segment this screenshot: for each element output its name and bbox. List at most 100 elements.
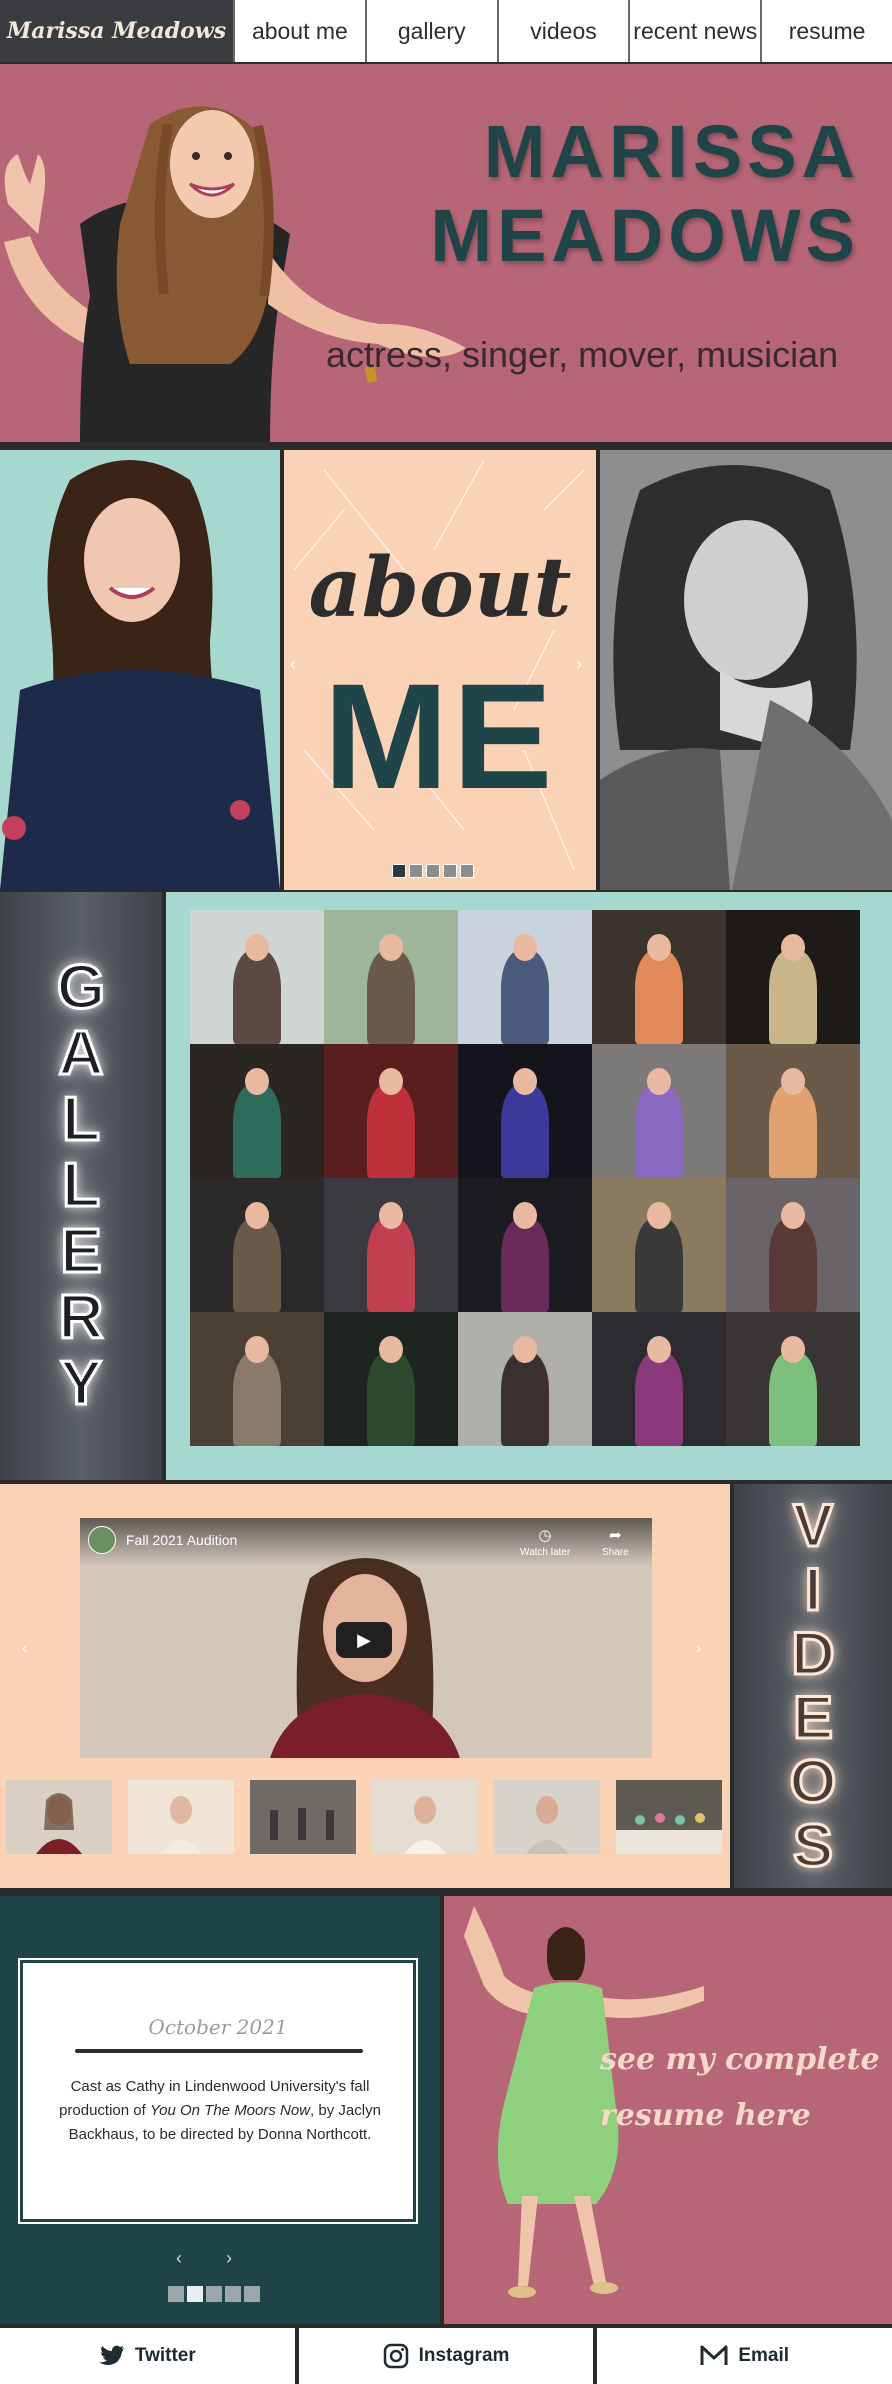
gallery-photo[interactable] [592, 1044, 726, 1178]
gallery-photo-head [378, 1202, 404, 1229]
gallery-photo[interactable] [324, 1044, 458, 1178]
gallery-photo[interactable] [190, 910, 324, 1044]
gallery-photo[interactable] [324, 1178, 458, 1312]
twitter-icon [98, 2345, 124, 2365]
gallery-photo[interactable] [190, 1178, 324, 1312]
watch-later-button[interactable]: ◷ Watch later [520, 1526, 570, 1558]
gallery-grid-panel [166, 892, 892, 1480]
gallery-letter: E [59, 1217, 103, 1286]
twitter-label: Twitter [134, 2345, 196, 2366]
hero-title: MARISSA MEADOWS [340, 110, 860, 278]
gallery-photo-figure [232, 1218, 282, 1312]
gallery-photo[interactable] [592, 910, 726, 1044]
news-slide-dots [168, 2286, 260, 2302]
news-next-icon[interactable]: › [226, 2248, 232, 2269]
gallery-photo[interactable] [324, 910, 458, 1044]
brand-logo[interactable]: Marissa Meadows [0, 0, 233, 62]
instagram-icon [383, 2343, 408, 2369]
news-dot-3[interactable] [206, 2286, 222, 2302]
video-thumbnail[interactable] [250, 1780, 356, 1854]
hero-title-last: MEADOWS [430, 194, 860, 277]
gallery-photo[interactable] [458, 1044, 592, 1178]
video-title[interactable]: Fall 2021 Audition [126, 1532, 237, 1548]
chevron-left-icon[interactable]: ‹ [290, 654, 296, 675]
channel-avatar[interactable] [88, 1526, 116, 1554]
video-thumbnail[interactable] [372, 1780, 478, 1854]
gallery-photo[interactable] [592, 1312, 726, 1446]
about-me-card: about ME ‹ › [284, 450, 596, 890]
gallery-photo[interactable] [190, 1044, 324, 1178]
resume-cta-line2: resume here [600, 2098, 811, 2133]
gallery-photo-figure [768, 950, 818, 1044]
gallery-photo[interactable] [458, 910, 592, 1044]
news-card: October 2021 Cast as Cathy in Lindenwood… [18, 1958, 418, 2224]
resume-cta[interactable]: see my complete resume here [600, 2032, 890, 2144]
video-thumbnail[interactable] [494, 1780, 600, 1854]
gallery-photo-head [244, 1336, 270, 1363]
gallery-photo-head [244, 1202, 270, 1229]
slide-dot-5[interactable] [460, 864, 474, 878]
gallery-photo-head [646, 934, 672, 961]
news-resume-row: October 2021 Cast as Cathy in Lindenwood… [0, 1892, 892, 2324]
video-thumbnail[interactable] [128, 1780, 234, 1854]
play-icon: ▶ [357, 1629, 371, 1650]
gallery-letter: L [61, 1151, 102, 1220]
slide-dot-4[interactable] [443, 864, 457, 878]
instagram-link[interactable]: Instagram [298, 2328, 594, 2384]
gallery-photo-figure [768, 1218, 818, 1312]
nav-item-recent-news[interactable]: recent news [628, 0, 760, 62]
gallery-photo[interactable] [726, 1044, 860, 1178]
videos-letter: V [791, 1492, 834, 1559]
news-dot-1[interactable] [168, 2286, 184, 2302]
videos-section: Fall 2021 Audition ◷ Watch later ➦ Share… [0, 1480, 892, 1892]
share-button[interactable]: ➦ Share [602, 1526, 629, 1558]
gallery-photo[interactable] [458, 1312, 592, 1446]
gallery-photo-figure [768, 1352, 818, 1446]
gallery-photo[interactable] [726, 1178, 860, 1312]
top-nav: Marissa Meadows about me gallery videos … [0, 0, 892, 64]
video-next-icon[interactable]: › [696, 1640, 701, 1658]
gallery-photo-figure [634, 1084, 684, 1178]
gallery-photo[interactable] [458, 1178, 592, 1312]
gallery-photo-figure [232, 950, 282, 1044]
gallery-photo[interactable] [190, 1312, 324, 1446]
gallery-photo-head [646, 1202, 672, 1229]
nav-item-about-me[interactable]: about me [233, 0, 365, 62]
video-prev-icon[interactable]: ‹ [22, 1640, 27, 1658]
nav-item-videos[interactable]: videos [496, 0, 629, 62]
headshot-smiling [0, 460, 280, 890]
video-player[interactable]: Fall 2021 Audition ◷ Watch later ➦ Share… [80, 1518, 652, 1758]
twitter-link[interactable]: Twitter [0, 2328, 295, 2384]
gallery-letter: Y [59, 1349, 103, 1418]
news-dot-5[interactable] [244, 2286, 260, 2302]
gallery-photo[interactable] [324, 1312, 458, 1446]
slide-dot-3[interactable] [426, 864, 440, 878]
gallery-photo-head [780, 1336, 806, 1363]
about-photo-left[interactable] [0, 450, 280, 890]
news-dot-4[interactable] [225, 2286, 241, 2302]
slide-dot-1[interactable] [392, 864, 406, 878]
video-thumbnail[interactable] [616, 1780, 722, 1854]
email-link[interactable]: Email [597, 2328, 892, 2384]
resume-link-panel[interactable]: see my complete resume here [444, 1896, 892, 2324]
play-button[interactable]: ▶ [336, 1622, 392, 1658]
gallery-photo-head [378, 1068, 404, 1095]
video-thumbnail[interactable] [6, 1780, 112, 1854]
gallery-neon-label: G A L L E R Y [0, 892, 162, 1480]
news-prev-icon[interactable]: ‹ [176, 2248, 182, 2269]
hero-tagline: actress, singer, mover, musician [326, 334, 839, 375]
slide-dot-2[interactable] [409, 864, 423, 878]
gallery-photo[interactable] [592, 1178, 726, 1312]
gallery-letter: L [61, 1085, 102, 1154]
gallery-photo-head [512, 934, 538, 961]
about-photo-right[interactable] [600, 450, 892, 890]
nav-item-resume[interactable]: resume [760, 0, 892, 62]
me-word: ME [323, 652, 557, 820]
gallery-photo[interactable] [726, 1312, 860, 1446]
nav-item-gallery[interactable]: gallery [364, 0, 497, 62]
chevron-right-icon[interactable]: › [576, 654, 582, 675]
gallery-photo-figure [366, 950, 416, 1044]
news-dot-2[interactable] [187, 2286, 203, 2302]
email-icon [700, 2345, 728, 2365]
gallery-photo[interactable] [726, 910, 860, 1044]
